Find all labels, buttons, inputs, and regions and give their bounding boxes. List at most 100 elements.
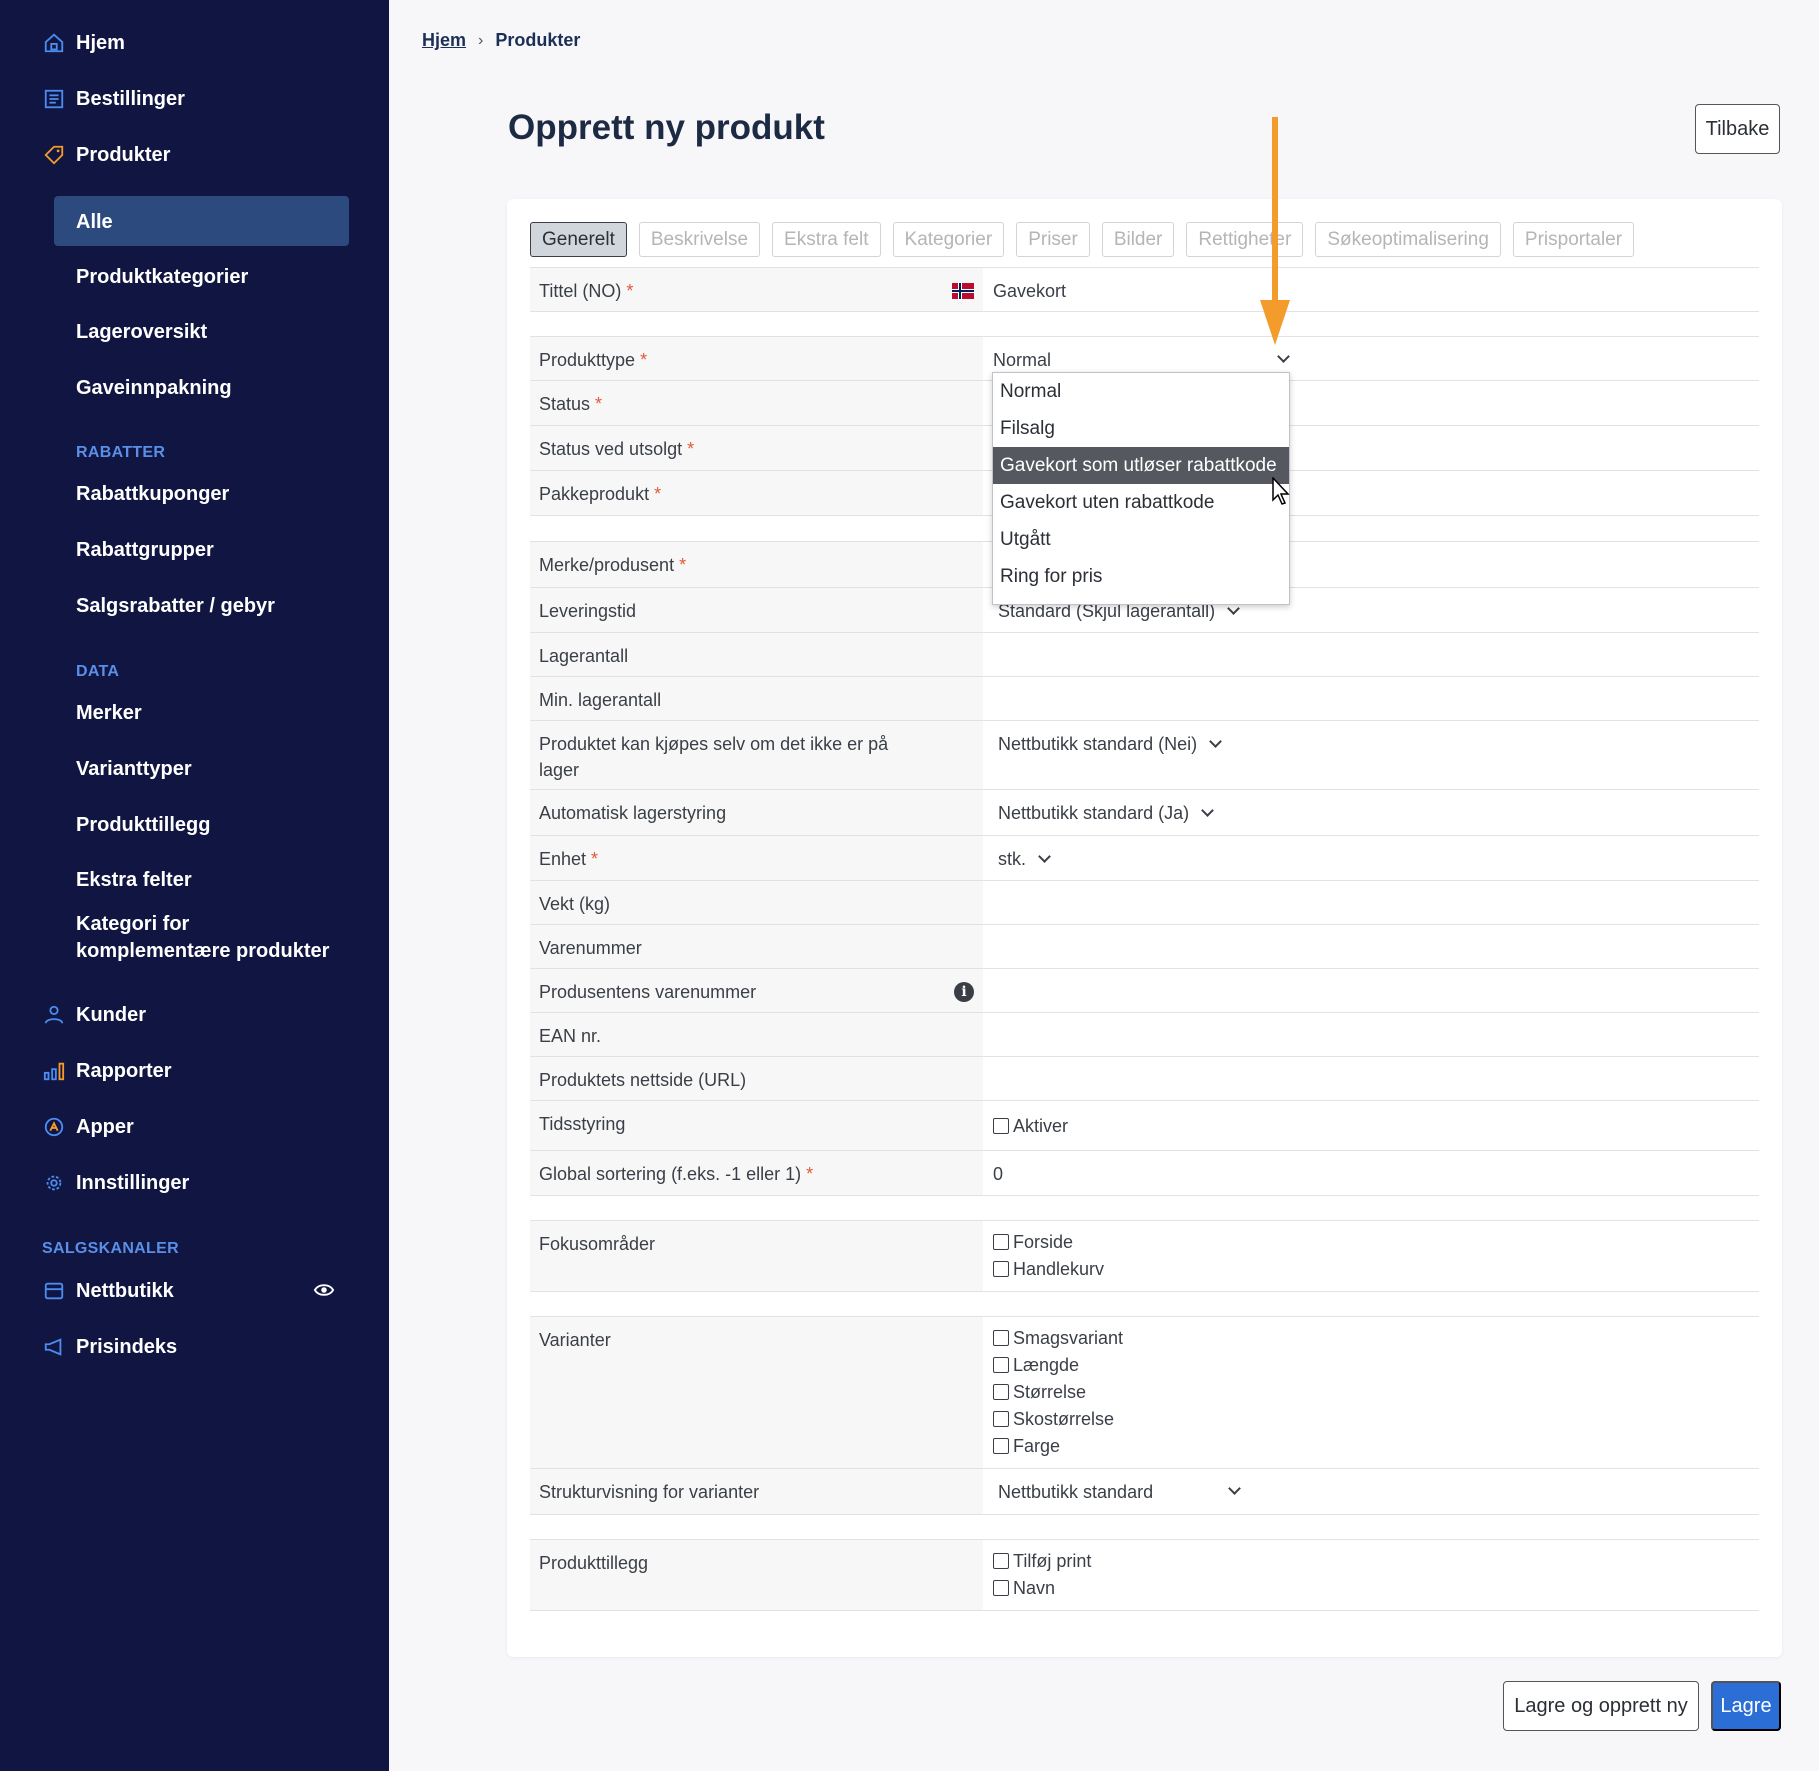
nav-nettbutikk[interactable]: Nettbutikk [42, 1269, 174, 1313]
chevron-right-icon: › [478, 31, 484, 49]
nettside-input[interactable] [983, 1057, 1759, 1100]
field-label: Status ved utsolgt [539, 439, 683, 459]
tab-kategorier[interactable]: Kategorier [892, 222, 1005, 257]
fokus-option[interactable]: Handlekurv [993, 1256, 1749, 1283]
struktur-select[interactable]: Nettbutikk standard [983, 1469, 1759, 1514]
eye-icon[interactable] [313, 1279, 335, 1306]
chevron-down-icon [1201, 804, 1214, 817]
row-min-lager: Min. lagerantall [530, 677, 1759, 721]
checkbox[interactable] [993, 1261, 1009, 1277]
tillegg-option[interactable]: Navn [993, 1575, 1749, 1602]
tag-icon [42, 143, 66, 167]
tab-priser[interactable]: Priser [1016, 222, 1090, 257]
field-label: Automatisk lagerstyring [539, 803, 727, 823]
variant-option[interactable]: Skostørrelse [993, 1406, 1749, 1433]
enhet-select[interactable]: stk. [983, 836, 1759, 880]
checkbox[interactable] [993, 1330, 1009, 1346]
vekt-input[interactable] [983, 881, 1759, 924]
checkbox[interactable] [993, 1234, 1009, 1250]
nav-rabattgrupper[interactable]: Rabattgrupper [76, 537, 214, 564]
prod-varenummer-input[interactable] [983, 969, 1759, 1012]
nav-ekstra-felter[interactable]: Ekstra felter [76, 867, 192, 894]
nav-innstillinger[interactable]: Innstillinger [42, 1161, 189, 1205]
fokus-option[interactable]: Forside [993, 1229, 1749, 1256]
nav-prisindeks[interactable]: Prisindeks [42, 1325, 177, 1369]
variant-option[interactable]: Smagsvariant [993, 1325, 1749, 1352]
info-icon[interactable]: i [954, 982, 974, 1002]
apps-icon [42, 1115, 66, 1139]
tab-sokeoptimalisering[interactable]: Søkeoptimalisering [1315, 222, 1501, 257]
title-input[interactable]: Gavekort [983, 268, 1759, 311]
row-varenummer: Varenummer [530, 925, 1759, 969]
nav-rabattkuponger[interactable]: Rabattkuponger [76, 481, 229, 508]
field-label: Fokusområder [539, 1234, 656, 1254]
row-kjopes: Produktet kan kjøpes selv om det ikke er… [530, 721, 1759, 790]
gear-icon [42, 1171, 66, 1195]
tab-bilder[interactable]: Bilder [1101, 222, 1175, 257]
tab-beskrivelse[interactable]: Beskrivelse [638, 222, 761, 257]
tillegg-option[interactable]: Tilføj print [993, 1548, 1749, 1575]
min-lager-input[interactable] [983, 677, 1759, 720]
ean-input[interactable] [983, 1013, 1759, 1056]
checkbox[interactable] [993, 1411, 1009, 1427]
nav-gaveinnpakning[interactable]: Gaveinnpakning [76, 375, 232, 402]
save-and-new-button[interactable]: Lagre og opprett ny [1503, 1681, 1699, 1731]
row-nettside: Produktets nettside (URL) [530, 1057, 1759, 1101]
variant-option[interactable]: Størrelse [993, 1379, 1749, 1406]
nav-lageroversikt[interactable]: Lageroversikt [76, 319, 207, 346]
chart-icon [42, 1059, 66, 1083]
page-title: Opprett ny produkt [508, 108, 825, 147]
save-button[interactable]: Lagre [1711, 1681, 1781, 1731]
auto-lager-select[interactable]: Nettbutikk standard (Ja) [983, 790, 1759, 835]
dropdown-option-ring-for-pris[interactable]: Ring for pris [993, 558, 1289, 595]
variant-option[interactable]: Farge [993, 1433, 1749, 1460]
field-label: Varianter [539, 1330, 611, 1350]
checkbox[interactable] [993, 1384, 1009, 1400]
checkbox[interactable] [993, 1357, 1009, 1373]
field-label: Produkttillegg [539, 1553, 649, 1573]
dropdown-option-gavekort-uten[interactable]: Gavekort uten rabattkode [993, 484, 1289, 521]
variant-option[interactable]: Længde [993, 1352, 1749, 1379]
dropdown-option-utgatt[interactable]: Utgått [993, 521, 1289, 558]
breadcrumb-home[interactable]: Hjem [422, 30, 466, 51]
field-label: Status [539, 394, 591, 414]
nav-bestillinger[interactable]: Bestillinger [42, 77, 185, 121]
field-label: Enhet [539, 849, 587, 869]
field-label: Min. lagerantall [539, 690, 662, 710]
field-label: Global sortering (f.eks. -1 eller 1) [539, 1164, 802, 1184]
dropdown-option-filsalg[interactable]: Filsalg [993, 410, 1289, 447]
tab-generelt[interactable]: Generelt [530, 222, 627, 257]
nav-apper[interactable]: Apper [42, 1105, 134, 1149]
sortering-input[interactable]: 0 [983, 1151, 1759, 1195]
tab-prisportaler[interactable]: Prisportaler [1512, 222, 1635, 257]
row-varianter: Varianter Smagsvariant Længde Størrelse … [530, 1316, 1759, 1469]
varenummer-input[interactable] [983, 925, 1759, 968]
dropdown-option-normal[interactable]: Normal [993, 373, 1289, 410]
section-data: DATA [76, 663, 120, 680]
nav-rapporter[interactable]: Rapporter [42, 1049, 172, 1093]
field-label: Produktet kan kjøpes selv om det ikke er… [539, 734, 889, 780]
tab-ekstra-felt[interactable]: Ekstra felt [772, 222, 881, 257]
nav-hjem[interactable]: Hjem [42, 21, 125, 65]
nav-salgsrabatter[interactable]: Salgsrabatter / gebyr [76, 593, 275, 620]
chevron-down-icon [1277, 350, 1290, 363]
nav-kunder[interactable]: Kunder [42, 993, 146, 1037]
lagerantall-input[interactable] [983, 633, 1759, 676]
dropdown-option-gavekort-rabattkode[interactable]: Gavekort som utløser rabattkode [993, 447, 1289, 484]
chevron-down-icon [1228, 1482, 1241, 1495]
checkbox[interactable] [993, 1580, 1009, 1596]
nav-kategori-komplementaere[interactable]: Kategori for komplementære produkter [76, 911, 346, 965]
row-sortering: Global sortering (f.eks. -1 eller 1) * 0 [530, 1151, 1759, 1196]
nav-produktkategorier[interactable]: Produktkategorier [76, 264, 248, 291]
nav-merker[interactable]: Merker [76, 700, 142, 727]
nav-produkttillegg[interactable]: Produkttillegg [76, 812, 210, 839]
kjopes-select[interactable]: Nettbutikk standard (Nei) [983, 721, 1759, 789]
checkbox[interactable] [993, 1438, 1009, 1454]
nav-produkter[interactable]: Produkter [42, 133, 170, 177]
tidsstyring-checkbox[interactable] [993, 1118, 1009, 1134]
required-mark: * [626, 281, 634, 301]
nav-varianttyper[interactable]: Varianttyper [76, 756, 192, 783]
checkbox[interactable] [993, 1553, 1009, 1569]
nav-alle[interactable]: Alle [76, 209, 113, 236]
back-button[interactable]: Tilbake [1695, 104, 1780, 154]
